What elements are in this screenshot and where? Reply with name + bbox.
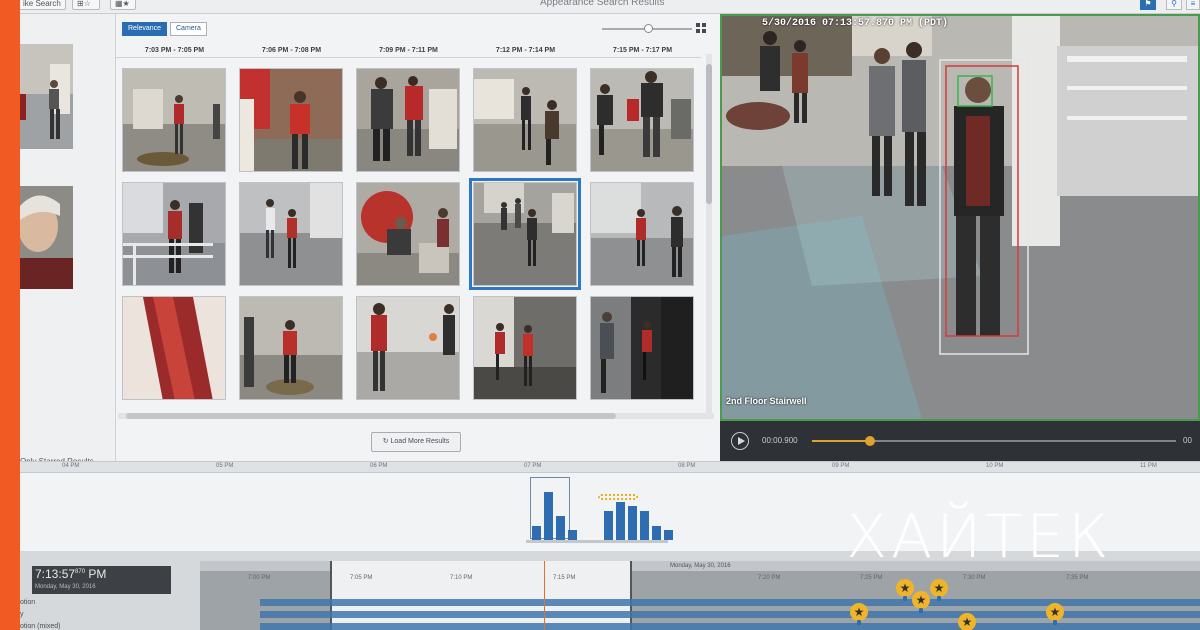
result-thumbnail[interactable]	[473, 296, 577, 400]
window-title: Appearance Search Results	[540, 0, 665, 8]
search-results-panel: Relevance Camera 7:03 PM - 7:05 PM 7:06 …	[116, 14, 720, 461]
star-marker-icon[interactable]: ★	[850, 603, 868, 625]
star-marker-icon[interactable]: ★	[930, 579, 948, 601]
result-thumbnail[interactable]	[356, 182, 460, 286]
histogram-bar[interactable]	[640, 511, 649, 540]
selected-range[interactable]	[330, 561, 632, 630]
person-icon[interactable]: ⚑	[1140, 0, 1156, 10]
star-marker-icon[interactable]: ★	[958, 613, 976, 630]
brand-strip	[0, 0, 20, 630]
tick-label: 7:05 PM	[350, 575, 373, 581]
video-timestamp: 5/30/2016 07:13:57.870 PM (PDT)	[762, 18, 949, 29]
result-thumbnail[interactable]	[590, 68, 694, 172]
bookmark-button[interactable]: ⊞☆	[72, 0, 100, 10]
menu-icon[interactable]: ≡	[1186, 0, 1200, 10]
playhead[interactable]	[544, 561, 545, 630]
star-marker-icon[interactable]: ★	[912, 591, 930, 613]
result-thumbnail[interactable]	[239, 182, 343, 286]
video-player[interactable]: 5/30/2016 07:13:57.870 PM (PDT) 2nd Floo…	[720, 14, 1200, 421]
left-panel: Only Starred Results	[20, 14, 116, 466]
hightech-logo: ХАЙТЕК	[846, 502, 1113, 572]
tick-label: 7:00 PM	[248, 575, 271, 581]
play-icon[interactable]	[731, 432, 749, 450]
starred-view-button[interactable]: ▦★	[110, 0, 136, 10]
ruler-label: 04 PM	[62, 463, 80, 469]
ruler-label: 09 PM	[832, 463, 850, 469]
histogram-bar[interactable]	[616, 501, 625, 540]
result-thumbnail[interactable]	[122, 296, 226, 400]
histogram-bar[interactable]	[652, 525, 661, 540]
results-horizontal-scrollbar[interactable]	[118, 413, 714, 419]
screenshot-root: ike Search ⊞☆ ▦★ Appearance Search Resul…	[0, 0, 1200, 630]
column-header: 7:03 PM - 7:05 PM	[116, 44, 233, 58]
result-thumbnail[interactable]	[122, 182, 226, 286]
query-thumbnail[interactable]	[20, 44, 73, 149]
tick-label: 7:20 PM	[758, 575, 781, 581]
histogram-bar[interactable]	[544, 492, 553, 540]
histogram-bar[interactable]	[604, 511, 613, 540]
column-header: 7:12 PM - 7:14 PM	[467, 44, 584, 58]
histogram-bar[interactable]	[628, 506, 637, 540]
histogram-baseline	[526, 540, 668, 543]
ruler-label: 05 PM	[216, 463, 234, 469]
ruler-label: 10 PM	[986, 463, 1004, 469]
playback-time: 00:00.900	[762, 436, 798, 445]
day-label: Monday, May 30, 2016	[670, 563, 731, 569]
face-thumbnail[interactable]	[20, 186, 73, 289]
track-label: otion (mixed)	[20, 623, 61, 630]
end-time: 00	[1183, 436, 1192, 445]
histogram-bar[interactable]	[556, 516, 565, 540]
track-label: y	[20, 611, 24, 618]
tick-label: 7:15 PM	[553, 575, 576, 581]
seek-progress	[812, 440, 871, 442]
video-frame	[722, 16, 1198, 419]
current-ampm: PM	[88, 567, 107, 581]
current-time: 7:13:57	[35, 567, 76, 581]
ruler-label: 08 PM	[678, 463, 696, 469]
histogram-bar[interactable]	[568, 530, 577, 540]
result-thumbnail[interactable]	[239, 296, 343, 400]
result-thumbnail[interactable]	[590, 182, 694, 286]
window-titlebar: ike Search ⊞☆ ▦★ Appearance Search Resul…	[18, 0, 1200, 14]
result-thumbnail[interactable]	[356, 68, 460, 172]
result-thumbnail[interactable]	[356, 296, 460, 400]
results-vertical-scrollbar[interactable]	[706, 54, 712, 414]
sort-camera-button[interactable]: Camera	[170, 22, 207, 36]
result-thumbnail-selected[interactable]	[469, 178, 581, 290]
seek-knob[interactable]	[865, 436, 876, 446]
star-marker-icon[interactable]: ★	[896, 579, 914, 601]
result-thumbnail[interactable]	[239, 68, 343, 172]
current-time-display: 7:13:57870 PM Monday, May 30, 2016	[32, 566, 171, 594]
slider-knob[interactable]	[644, 24, 653, 33]
player-controls: 00:00.900 00	[720, 421, 1200, 461]
track-label: otion	[20, 599, 36, 606]
ruler-label: 07 PM	[524, 463, 542, 469]
grid-view-icon[interactable]	[696, 23, 706, 33]
histogram-marker	[598, 494, 638, 500]
search-tab-button[interactable]: ike Search	[18, 0, 66, 10]
current-date: Monday, May 30, 2016	[35, 584, 96, 590]
result-thumbnail[interactable]	[590, 296, 694, 400]
mixed-track[interactable]	[260, 623, 1200, 630]
column-header: 7:06 PM - 7:08 PM	[233, 44, 350, 58]
current-time-ms: 870	[75, 569, 86, 575]
ruler-label: 06 PM	[370, 463, 388, 469]
camera-name: 2nd Floor Stairwell	[726, 396, 807, 406]
column-header: 7:09 PM - 7:11 PM	[350, 44, 467, 58]
result-thumbnail[interactable]	[473, 68, 577, 172]
load-more-results-button[interactable]: ↻ Load More Results	[371, 432, 461, 452]
zoom-icon[interactable]: ⚲	[1166, 0, 1182, 10]
tick-label: 7:10 PM	[450, 575, 473, 581]
star-marker-icon[interactable]: ★	[1046, 603, 1064, 625]
result-thumbnail[interactable]	[122, 68, 226, 172]
histogram-bar[interactable]	[664, 530, 673, 540]
histogram-bar[interactable]	[532, 525, 541, 540]
column-header: 7:15 PM - 7:17 PM	[584, 44, 701, 58]
sort-relevance-button[interactable]: Relevance	[122, 22, 168, 36]
timeline-ruler[interactable]: 04 PM 05 PM 06 PM 07 PM 08 PM 09 PM 10 P…	[20, 461, 1200, 473]
ruler-label: 11 PM	[1140, 463, 1157, 469]
